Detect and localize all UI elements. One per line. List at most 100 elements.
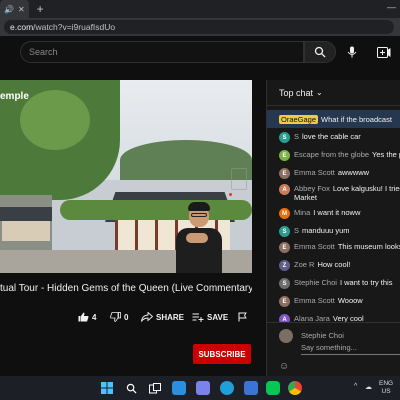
url-host: e.com: [10, 22, 34, 32]
chat-author: Mina: [294, 208, 311, 217]
create-button[interactable]: [376, 44, 392, 60]
chat-header-label: Top chat: [279, 87, 314, 98]
flag-icon: [238, 312, 247, 322]
chat-message[interactable]: E Emma Scott awwwww: [279, 168, 400, 179]
chat-message-body: Abbey Fox Love kalgusku! I tried Market: [294, 184, 400, 202]
chat-message[interactable]: E Escape from the globe Yes the p: [279, 150, 400, 161]
lang-line1: ENG: [379, 380, 394, 387]
tab-close-icon[interactable]: ✕: [18, 5, 25, 14]
chat-message[interactable]: Z Zoe R How cool!: [279, 260, 400, 271]
chat-text: love the cable car: [302, 132, 361, 141]
search-icon: [314, 46, 326, 58]
chat-message-body: Zoe R How cool!: [294, 260, 350, 269]
search-icon[interactable]: [124, 381, 138, 395]
chat-mode-dropdown[interactable]: Top chat ⌄: [267, 80, 400, 106]
avatar: [279, 329, 293, 343]
chat-message[interactable]: E Emma Scott Wooow: [279, 296, 400, 307]
chrome-app-icon[interactable]: [244, 381, 258, 395]
dislike-button[interactable]: 0: [110, 312, 128, 322]
avatar: S: [279, 132, 290, 143]
like-button[interactable]: 4: [78, 312, 96, 322]
chat-input-area: Stephie Choi Say something... ☺: [267, 322, 400, 376]
thumbs-up-icon: [78, 312, 89, 322]
avatar: Z: [279, 260, 290, 271]
browser-tab-bar: 🔊 ✕ + —: [0, 0, 400, 18]
url-path: /watch?v=i9ruafIsdUo: [33, 22, 116, 32]
search-placeholder: Search: [29, 47, 58, 57]
chat-text-continued: Market: [294, 193, 317, 202]
channel-watermark: [231, 168, 247, 190]
chat-message[interactable]: E Emma Scott This museum looks: [279, 242, 400, 253]
avatar: E: [279, 242, 290, 253]
chat-author: Escape from the globe: [294, 150, 370, 159]
chat-message-body: Smanduuu yum: [294, 226, 350, 235]
chat-message-body: Stephie Choi I want to try this: [294, 278, 392, 287]
save-button[interactable]: SAVE: [192, 312, 228, 322]
chat-author: S: [294, 132, 300, 141]
speaker-icon[interactable]: 🔊: [4, 5, 14, 14]
chat-text: manduuu yum: [302, 226, 350, 235]
chat-author: OraeGage: [279, 114, 319, 124]
avatar: S: [279, 278, 290, 289]
avatar: A: [279, 184, 290, 195]
subscribe-button[interactable]: SUBSCRIBE: [193, 344, 251, 364]
teams-chat-icon[interactable]: [196, 381, 210, 395]
share-button[interactable]: SHARE: [141, 312, 184, 322]
save-label: SAVE: [207, 312, 229, 322]
share-icon: [141, 312, 153, 322]
sign-language-interpreter: [172, 200, 224, 273]
file-explorer-icon[interactable]: [172, 381, 186, 395]
video-actions: 4 0 SHARE SAVE: [0, 312, 252, 328]
chat-author: Stephie Choi: [294, 278, 337, 287]
chat-author: Emma Scott: [294, 168, 335, 177]
chat-text: What if the broadcast: [321, 114, 392, 124]
chat-author: Emma Scott: [294, 296, 335, 305]
chevron-down-icon: ⌄: [316, 88, 323, 97]
share-label: SHARE: [156, 312, 185, 322]
mic-icon: [347, 46, 357, 58]
windows-taskbar: ^ ☁ ENG US: [0, 376, 400, 400]
minimize-button[interactable]: —: [387, 2, 396, 12]
chat-message-body: Mina I want it noww: [294, 208, 360, 217]
cloud-icon[interactable]: ☁: [365, 383, 372, 391]
chat-author: Abbey Fox: [294, 184, 330, 193]
chat-message[interactable]: M Mina I want it noww: [279, 208, 400, 219]
chat-text: Love kalgusku! I tried: [332, 184, 400, 193]
chat-input[interactable]: Say something...: [301, 343, 400, 355]
emoji-icon[interactable]: ☺: [279, 361, 289, 372]
line-app-icon[interactable]: [266, 381, 280, 395]
report-button[interactable]: [238, 312, 247, 322]
tray-chevron-up-icon[interactable]: ^: [354, 383, 357, 390]
chat-message-body: Emma Scott This museum looks: [294, 242, 400, 251]
avatar: E: [279, 296, 290, 307]
chat-message-body: Escape from the globe Yes the p: [294, 150, 400, 159]
chat-message[interactable]: A Abbey Fox Love kalgusku! I tried Market: [279, 184, 400, 202]
create-video-icon: [377, 46, 391, 58]
live-chat-panel: Top chat ⌄ OraeGage What if the broadcas…: [266, 80, 400, 376]
search-button[interactable]: [304, 41, 336, 63]
chat-message[interactable]: S Smanduuu yum: [279, 226, 400, 237]
chat-text: How cool!: [317, 260, 351, 269]
avatar: M: [279, 208, 290, 219]
chat-pinned-message[interactable]: OraeGage What if the broadcast: [267, 110, 400, 128]
chrome-icon[interactable]: [288, 381, 302, 395]
lang-line2: US: [381, 388, 391, 395]
avatar: E: [279, 150, 290, 161]
windows-start-icon[interactable]: [100, 381, 114, 395]
youtube-header: Search: [0, 36, 400, 68]
chat-message[interactable]: S Stephie Choi I want to try this: [279, 278, 400, 289]
like-count: 4: [92, 312, 97, 322]
chat-input-author: Stephie Choi: [301, 331, 344, 340]
avatar: E: [279, 168, 290, 179]
task-view-icon[interactable]: [148, 381, 162, 395]
edge-icon[interactable]: [220, 381, 234, 395]
new-tab-button[interactable]: +: [37, 2, 44, 16]
search-input[interactable]: Search: [20, 41, 304, 63]
chat-message[interactable]: S Slove the cable car: [279, 132, 400, 143]
voice-search-button[interactable]: [342, 42, 362, 62]
browser-tab[interactable]: 🔊 ✕: [0, 0, 29, 18]
language-indicator[interactable]: ENG US: [379, 380, 393, 396]
live-dot: [229, 193, 232, 196]
url-field[interactable]: e.com /watch?v=i9ruafIsdUo: [4, 20, 394, 34]
chat-text: I want it noww: [313, 208, 361, 217]
